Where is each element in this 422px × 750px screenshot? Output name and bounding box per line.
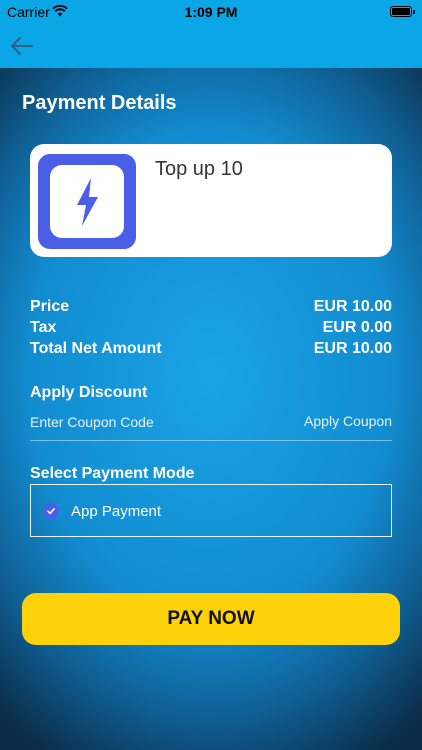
nav-bar	[0, 24, 422, 68]
total-row: Total Net Amount EUR 10.00	[30, 340, 392, 360]
total-label: Total Net Amount	[30, 340, 162, 357]
tax-label: Tax	[30, 319, 57, 336]
lightning-bolt-icon	[77, 177, 98, 226]
battery-icon	[390, 6, 415, 17]
payment-option-app-payment[interactable]: App Payment	[30, 484, 392, 537]
tax-row: Tax EUR 0.00	[30, 319, 392, 339]
coupon-code-input[interactable]	[30, 411, 270, 433]
apply-coupon-button[interactable]: Apply Coupon	[304, 413, 392, 429]
price-label: Price	[30, 298, 70, 315]
checkmark-icon	[43, 503, 59, 519]
price-row: Price EUR 10.00	[30, 298, 392, 318]
payment-screen: Carrier 1:09 PM Payment Details Top up 1…	[0, 0, 422, 750]
payment-mode-title: Select Payment Mode	[30, 465, 195, 482]
tax-value: EUR 0.00	[322, 319, 392, 336]
product-name: Top up 10	[155, 158, 243, 180]
product-card: Top up 10	[30, 144, 392, 257]
product-logo	[38, 154, 136, 249]
page-title: Payment Details	[22, 92, 177, 114]
coupon-divider	[30, 440, 392, 441]
total-value: EUR 10.00	[313, 340, 392, 357]
status-bar: Carrier 1:09 PM	[0, 0, 422, 24]
discount-title: Apply Discount	[30, 384, 148, 401]
payment-option-label: App Payment	[71, 503, 162, 520]
status-time: 1:09 PM	[184, 4, 238, 20]
arrow-left-icon	[11, 37, 33, 55]
back-button[interactable]	[8, 32, 36, 60]
pay-now-button[interactable]: PAY NOW	[22, 593, 400, 645]
price-value: EUR 10.00	[313, 298, 392, 315]
